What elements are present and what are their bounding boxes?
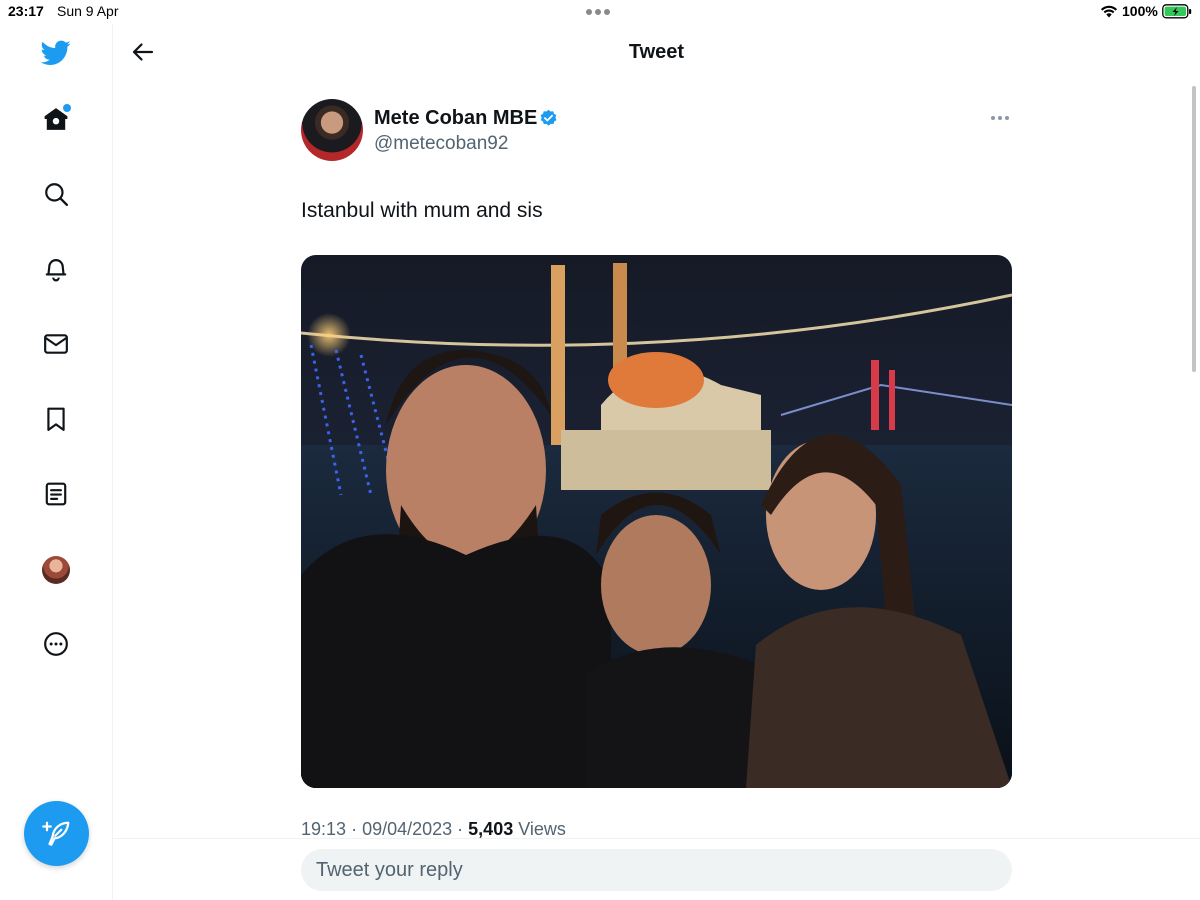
multitasking-dots-icon[interactable] — [586, 9, 610, 15]
tweet-header: Tweet — [113, 24, 1200, 80]
compose-tweet-button[interactable] — [24, 801, 89, 866]
mail-icon[interactable] — [41, 329, 71, 359]
reply-input[interactable]: Tweet your reply — [301, 849, 1012, 891]
tweet-time[interactable]: 19:13 — [301, 819, 346, 839]
meta-separator: · — [457, 819, 469, 839]
profile-avatar[interactable] — [42, 556, 70, 584]
status-time: 23:17 — [8, 3, 44, 19]
bell-icon[interactable] — [41, 254, 71, 284]
wifi-icon — [1100, 5, 1118, 18]
sidebar — [0, 24, 113, 900]
bookmark-icon[interactable] — [41, 404, 71, 434]
reply-bar: Tweet your reply — [113, 838, 1200, 900]
battery-charging-icon — [1162, 4, 1192, 19]
battery-percentage: 100% — [1122, 3, 1158, 19]
author-handle[interactable]: @metecoban92 — [374, 133, 508, 155]
views-count[interactable]: 5,403 — [468, 819, 513, 839]
home-icon[interactable] — [41, 104, 71, 134]
status-date: Sun 9 Apr — [57, 3, 119, 19]
twitter-bird-icon[interactable] — [41, 38, 71, 68]
meta-separator: · — [351, 819, 363, 839]
compose-feather-icon — [41, 821, 69, 846]
tweet-meta: 19:13 · 09/04/2023 · 5,403 Views — [301, 819, 566, 840]
author-avatar[interactable] — [301, 99, 363, 161]
verified-badge-icon[interactable] — [539, 109, 558, 128]
home-notification-dot — [63, 104, 71, 112]
lists-icon[interactable] — [41, 479, 71, 509]
more-options-icon[interactable] — [991, 116, 1009, 120]
tweet-text: Istanbul with mum and sis — [301, 199, 543, 222]
status-bar: 23:17 Sun 9 Apr 100% — [0, 0, 1200, 24]
page-title: Tweet — [628, 41, 685, 63]
more-circle-icon[interactable] — [41, 629, 71, 659]
scrollbar[interactable] — [1192, 86, 1196, 372]
search-icon[interactable] — [41, 179, 71, 209]
tweet-photo[interactable] — [301, 255, 1012, 788]
tweet-date[interactable]: 09/04/2023 — [362, 819, 452, 839]
author-name[interactable]: Mete Coban MBE — [374, 107, 537, 130]
views-label: Views — [518, 819, 566, 839]
